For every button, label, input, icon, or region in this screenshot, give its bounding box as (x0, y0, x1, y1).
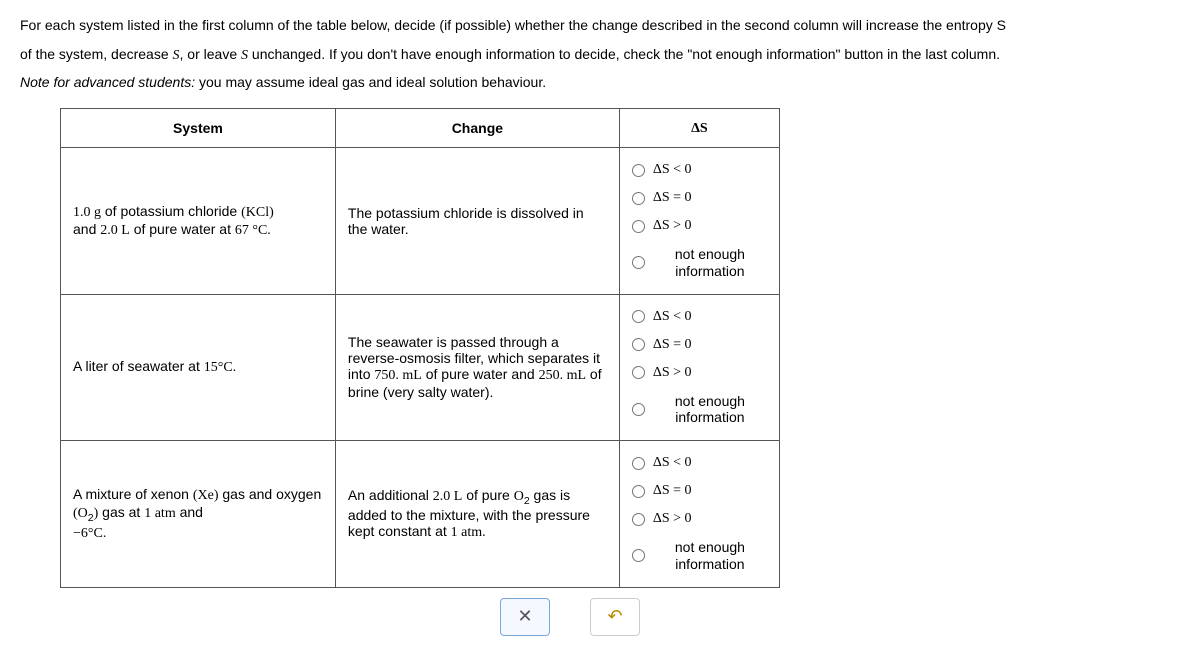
undo-icon: ↶ (607, 606, 622, 627)
radio-gt[interactable] (632, 220, 645, 233)
table-row: A liter of seawater at 15°C. The seawate… (61, 294, 780, 441)
radio-gt[interactable] (632, 513, 645, 526)
option-label: ΔS > 0 (653, 218, 692, 234)
option-label: ΔS > 0 (653, 365, 692, 381)
option-label: ΔS = 0 (653, 483, 692, 499)
option-label: not enough information (653, 246, 767, 280)
change-cell: The potassium chloride is dissolved in t… (335, 148, 619, 295)
close-icon: ✕ (517, 606, 532, 627)
option-label: ΔS = 0 (653, 190, 692, 206)
change-cell: The seawater is passed through a reverse… (335, 294, 619, 441)
ds-cell: ΔS < 0 ΔS = 0 ΔS > 0 not enough informat… (619, 294, 779, 441)
table-row: A mixture of xenon (Xe) gas and oxygen (… (61, 441, 780, 588)
table-row: 1.0 g of potassium chloride (KCl) and 2.… (61, 148, 780, 295)
radio-lt[interactable] (632, 310, 645, 323)
system-cell: 1.0 g of potassium chloride (KCl) and 2.… (61, 148, 336, 295)
entropy-table: System Change ΔS 1.0 g of potassium chlo… (60, 108, 780, 588)
ds-cell: ΔS < 0 ΔS = 0 ΔS > 0 not enough informat… (619, 441, 779, 588)
radio-nei[interactable] (632, 403, 645, 416)
button-bar: ✕ ↶ (500, 598, 1180, 636)
option-label: ΔS > 0 (653, 511, 692, 527)
reset-button[interactable]: ↶ (590, 598, 640, 636)
option-label: ΔS = 0 (653, 337, 692, 353)
header-system: System (61, 109, 336, 148)
radio-nei[interactable] (632, 256, 645, 269)
radio-eq[interactable] (632, 485, 645, 498)
ds-cell: ΔS < 0 ΔS = 0 ΔS > 0 not enough informat… (619, 148, 779, 295)
radio-gt[interactable] (632, 366, 645, 379)
system-cell: A mixture of xenon (Xe) gas and oxygen (… (61, 441, 336, 588)
radio-lt[interactable] (632, 457, 645, 470)
option-label: not enough information (653, 539, 767, 573)
instructions-line2: of the system, decrease S, or leave S un… (20, 44, 1180, 66)
radio-eq[interactable] (632, 192, 645, 205)
radio-nei[interactable] (632, 549, 645, 562)
change-cell: An additional 2.0 L of pure O2 gas is ad… (335, 441, 619, 588)
radio-eq[interactable] (632, 338, 645, 351)
header-ds: ΔS (619, 109, 779, 148)
option-label: ΔS < 0 (653, 309, 692, 325)
system-cell: A liter of seawater at 15°C. (61, 294, 336, 441)
note-advanced: Note for advanced students: you may assu… (20, 74, 1180, 90)
option-label: ΔS < 0 (653, 455, 692, 471)
radio-lt[interactable] (632, 164, 645, 177)
header-change: Change (335, 109, 619, 148)
instructions-line1: For each system listed in the first colu… (20, 15, 1180, 36)
option-label: ΔS < 0 (653, 162, 692, 178)
option-label: not enough information (653, 393, 767, 427)
close-button[interactable]: ✕ (500, 598, 550, 636)
